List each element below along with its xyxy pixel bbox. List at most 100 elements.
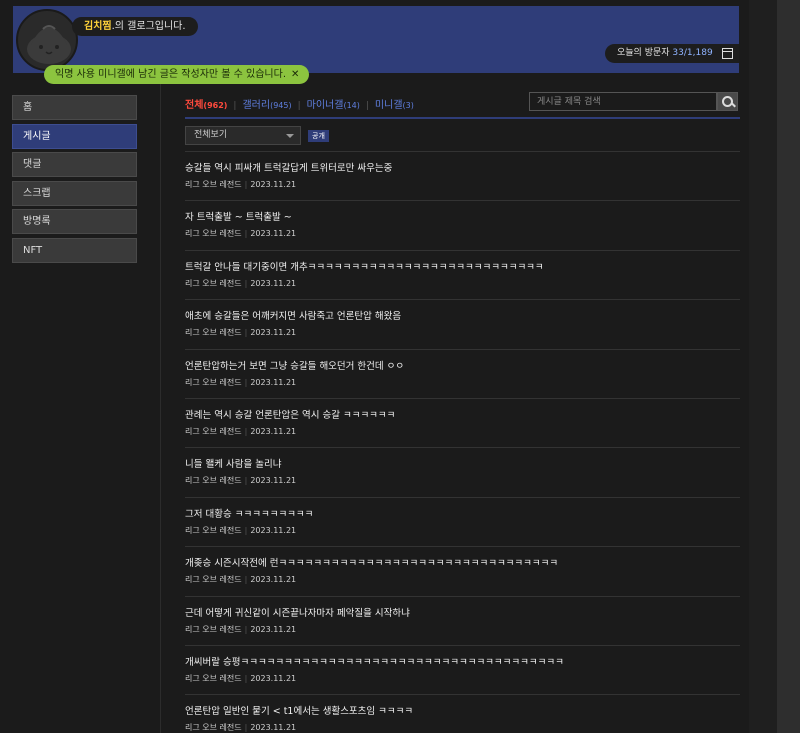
anonymous-notice: 익명 사용 미니갤에 남긴 글은 작성자만 볼 수 있습니다. ✕ [44, 65, 310, 84]
list-item[interactable]: 언론탄압하는거 보면 그냥 승갈들 해오던거 한건데 ㅇㅇ 리그 오브 레전드 | 2… [185, 348, 740, 398]
tab-count: (962) [203, 101, 228, 110]
list-item[interactable]: 트럭갈 안나들 대기중이면 개추ㅋㅋㅋㅋㅋㅋㅋㅋㅋㅋㅋㅋㅋㅋㅋㅋㅋㅋㅋㅋㅋㅋㅋㅋ… [185, 249, 740, 299]
window-edge [777, 0, 800, 733]
view-filter-select[interactable]: 전체보기 [185, 126, 301, 145]
tab-minor-gallery[interactable]: 마이너갤(14) [307, 96, 360, 111]
post-title[interactable]: 승갈들 역시 피싸개 트럭갈답게 트위터로만 싸우는중 [185, 162, 740, 176]
post-date: 2023.11.21 [250, 723, 297, 733]
post-meta: 리그 오브 레전드 | 2023.11.21 [185, 673, 740, 685]
post-meta: 리그 오브 레전드 | 2023.11.21 [185, 327, 740, 339]
post-title[interactable]: 언론탄압 일반인 뭍기 < t1에서는 생활스포츠임 ㅋㅋㅋㅋ [185, 705, 740, 719]
tab-gallery[interactable]: 갤러리(945) [242, 96, 291, 111]
list-item[interactable]: 자 트럭출발 ~ 트럭출발 ~ 리그 오브 레전드 | 2023.11.21 [185, 200, 740, 249]
post-title[interactable]: 트럭갈 안나들 대기중이면 개추ㅋㅋㅋㅋㅋㅋㅋㅋㅋㅋㅋㅋㅋㅋㅋㅋㅋㅋㅋㅋㅋㅋㅋㅋ… [185, 261, 740, 275]
avatar[interactable] [16, 9, 78, 71]
post-date: 2023.11.21 [250, 673, 297, 683]
post-title[interactable]: 근데 어떻게 귀신같이 시즌끝나자마자 페악질을 시작하냐 [185, 607, 740, 621]
post-gallery[interactable]: 리그 오브 레전드 [185, 378, 242, 387]
sidebar-item-posts[interactable]: 게시글 [12, 123, 137, 149]
select-value: 전체보기 [194, 130, 228, 140]
post-title[interactable]: 관례는 역시 승갈 언론탄압은 역시 승갈 ㅋㅋㅋㅋㅋㅋ [185, 409, 740, 423]
meta-divider: | [244, 575, 248, 585]
visitor-count: 33/1,189 [672, 48, 713, 58]
list-item[interactable]: 관례는 역시 승갈 언론탄압은 역시 승갈 ㅋㅋㅋㅋㅋㅋ 리그 오브 레전드 | 20… [185, 397, 740, 447]
divider [160, 84, 161, 733]
post-gallery[interactable]: 리그 오브 레전드 [185, 723, 242, 732]
meta-divider: | [244, 673, 248, 683]
meta-divider: | [244, 476, 248, 486]
right-scroll-area [749, 0, 777, 733]
search-icon[interactable] [717, 92, 738, 111]
post-title[interactable]: 언론탄압하는거 보면 그냥 승갈들 해오던거 한건데 ㅇㅇ [185, 360, 740, 374]
post-meta: 리그 오브 레전드 | 2023.11.21 [185, 722, 740, 733]
tab-all[interactable]: 전체(962) [185, 96, 227, 111]
post-date: 2023.11.21 [250, 328, 297, 338]
tabs-underline [185, 117, 740, 119]
sidebar-item-guestbook[interactable]: 방명록 [12, 209, 137, 234]
visitor-label: 오늘의 방문자 [617, 48, 670, 58]
post-date: 2023.11.21 [250, 229, 297, 239]
post-gallery[interactable]: 리그 오브 레전드 [185, 476, 242, 485]
list-item[interactable]: 니들 왤케 사람을 놀리냐리그 오브 레전드 | 2023.11.21 [185, 447, 740, 496]
list-item[interactable]: 개씨버랄 승평ㅋㅋㅋㅋㅋㅋㅋㅋㅋㅋㅋㅋㅋㅋㅋㅋㅋㅋㅋㅋㅋㅋㅋㅋㅋㅋㅋㅋㅋㅋㅋㅋㅋ… [185, 644, 740, 694]
post-meta: 리그 오브 레전드 | 2023.11.21 [185, 278, 740, 290]
list-item[interactable]: 언론탄압 일반인 뭍기 < t1에서는 생활스포츠임 ㅋㅋㅋㅋ 리그 오브 레전드… [185, 694, 740, 733]
post-title[interactable]: 자 트럭출발 ~ 트럭출발 ~ [185, 211, 740, 225]
tab-mini-gallery[interactable]: 미니갤(3) [375, 96, 414, 111]
owner-nickname[interactable]: 김치찜 [84, 21, 112, 32]
post-gallery[interactable]: 리그 오브 레전드 [185, 279, 242, 288]
post-gallery[interactable]: 리그 오브 레전드 [185, 427, 242, 436]
chevron-down-icon [286, 134, 294, 138]
tab-divider: | [297, 101, 301, 111]
public-badge[interactable]: 공개 [308, 130, 329, 142]
post-gallery[interactable]: 리그 오브 레전드 [185, 674, 242, 683]
gallog-sidebar: 홈 게시글 댓글 스크랩 방명록 NFT [12, 95, 137, 266]
sidebar-item-nft[interactable]: NFT [12, 237, 137, 263]
post-gallery[interactable]: 리그 오브 레전드 [185, 526, 242, 535]
meta-divider: | [244, 180, 248, 189]
post-meta: 리그 오브 레전드 | 2023.11.21 [185, 624, 740, 636]
post-meta: 리그 오브 레전드 | 2023.11.21 [185, 475, 740, 487]
post-title[interactable]: 개좆승 시즌시작전에 런ㅋㅋㅋㅋㅋㅋㅋㅋㅋㅋㅋㅋㅋㅋㅋㅋㅋㅋㅋㅋㅋㅋㅋㅋㅋㅋㅋㅋ… [185, 557, 740, 571]
post-date: 2023.11.21 [250, 476, 297, 486]
tab-count: (3) [402, 101, 414, 110]
tab-count: (14) [343, 101, 360, 110]
sidebar-item-home[interactable]: 홈 [12, 95, 137, 120]
search-input[interactable] [529, 92, 717, 111]
post-gallery[interactable]: 리그 오브 레전드 [185, 180, 242, 189]
post-list: 승갈들 역시 피싸개 트럭갈답게 트위터로만 싸우는중 리그 오브 레전드 | 202… [185, 151, 740, 733]
visitor-counter: 오늘의 방문자 33/1,189 [605, 44, 739, 63]
post-date: 2023.11.21 [250, 377, 297, 387]
post-title[interactable]: 니들 왤케 사람을 놀리냐 [185, 458, 740, 472]
list-item[interactable]: 근데 어떻게 귀신같이 시즌끝나자마자 페악질을 시작하냐리그 오브 레전드 | 2… [185, 595, 740, 645]
post-meta: 리그 오브 레전드 | 2023.11.21 [185, 228, 740, 240]
list-item[interactable]: 승갈들 역시 피싸개 트럭갈답게 트위터로만 싸우는중리그 오브 레전드 | 202… [185, 151, 740, 200]
sidebar-item-comments[interactable]: 댓글 [12, 152, 137, 177]
post-title[interactable]: 그저 대황승 ㅋㅋㅋㅋㅋㅋㅋㅋㅋ [185, 508, 740, 522]
gallog-suffix: .의 갤로그입니다. [111, 21, 186, 32]
post-date: 2023.11.21 [250, 525, 297, 535]
post-gallery[interactable]: 리그 오브 레전드 [185, 328, 242, 337]
post-gallery[interactable]: 리그 오브 레전드 [185, 625, 242, 634]
calendar-icon[interactable] [722, 48, 733, 59]
post-date: 2023.11.21 [250, 624, 297, 634]
post-gallery[interactable]: 리그 오브 레전드 [185, 575, 242, 584]
close-icon[interactable]: ✕ [291, 69, 299, 80]
tab-divider: | [365, 101, 369, 111]
post-title[interactable]: 개씨버랄 승평ㅋㅋㅋㅋㅋㅋㅋㅋㅋㅋㅋㅋㅋㅋㅋㅋㅋㅋㅋㅋㅋㅋㅋㅋㅋㅋㅋㅋㅋㅋㅋㅋㅋ… [185, 656, 740, 670]
tab-label: 미니갤 [374, 100, 403, 111]
tab-count: (945) [270, 101, 292, 110]
post-title[interactable]: 애초에 승갈들은 어깨커지면 사람죽고 언론탄압 해왔음 [185, 310, 740, 324]
sidebar-item-scrap[interactable]: 스크랩 [12, 180, 137, 206]
post-tabs: 전체(962) | 갤러리(945) | 마이너갤(14) | 미니갤(3) [185, 96, 414, 111]
post-meta: 리그 오브 레전드 | 2023.11.21 [185, 377, 740, 389]
post-gallery[interactable]: 리그 오브 레전드 [185, 229, 242, 238]
list-item[interactable]: 그저 대황승 ㅋㅋㅋㅋㅋㅋㅋㅋㅋ 리그 오브 레전드 | 2023.11.21 [185, 496, 740, 546]
tab-label: 마이너갤 [306, 100, 344, 111]
meta-divider: | [244, 624, 248, 634]
post-meta: 리그 오브 레전드 | 2023.11.21 [185, 179, 740, 191]
list-item[interactable]: 애초에 승갈들은 어깨커지면 사람죽고 언론탄압 해왔음리그 오브 레전드 | 20… [185, 299, 740, 348]
list-item[interactable]: 개좆승 시즌시작전에 런ㅋㅋㅋㅋㅋㅋㅋㅋㅋㅋㅋㅋㅋㅋㅋㅋㅋㅋㅋㅋㅋㅋㅋㅋㅋㅋㅋㅋ… [185, 546, 740, 595]
meta-divider: | [244, 328, 248, 338]
post-meta: 리그 오브 레전드 | 2023.11.21 [185, 525, 740, 537]
